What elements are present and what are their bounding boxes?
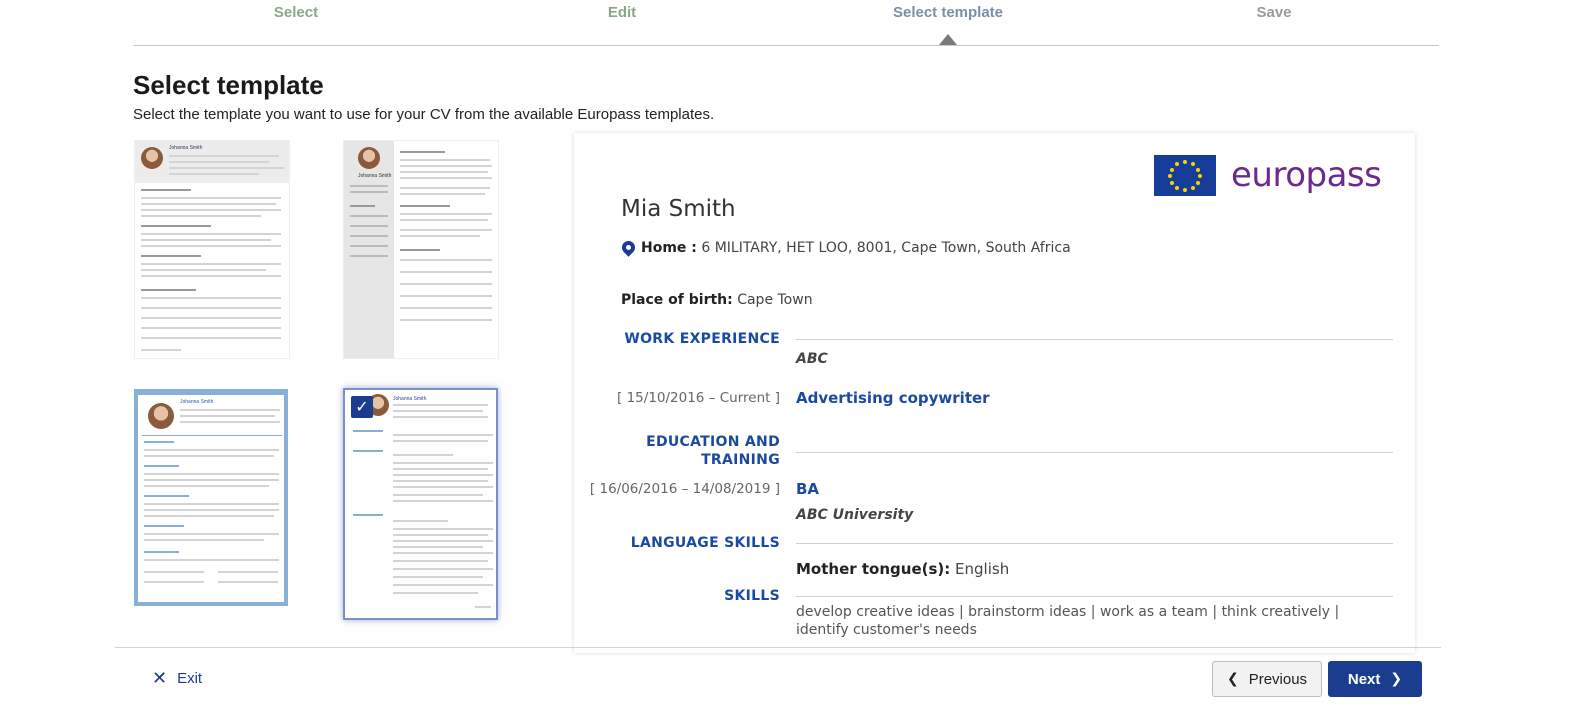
birth-label: Place of birth: (621, 292, 733, 308)
work-date: [ 15/10/2016 – Current ] (617, 390, 780, 406)
work-experience-heading: WORK EXPERIENCE (624, 331, 780, 347)
education-heading: EDUCATION AND TRAINING (610, 433, 780, 469)
europass-logo: europass (1231, 155, 1382, 195)
check-icon: ✓ (351, 396, 373, 418)
mother-tongue-label: Mother tongue(s): (796, 560, 951, 578)
template-thumbnail-3[interactable]: Johanna Smith (134, 389, 288, 606)
exit-label: Exit (177, 670, 203, 687)
home-label: Home : (641, 240, 697, 256)
next-label: Next (1347, 670, 1381, 688)
language-skills-heading: LANGUAGE SKILLS (630, 535, 780, 551)
mother-tongue-value: English (955, 560, 1010, 578)
thumbnail-name: Johanna Smith (393, 396, 427, 402)
step-select: Select (273, 4, 319, 21)
education-organisation: ABC University (796, 507, 914, 523)
progress-stepper: Select Edit Select template Save (133, 0, 1439, 46)
section-divider (796, 543, 1393, 544)
chevron-right-icon: ❯ (1390, 671, 1403, 687)
birth-value: Cape Town (737, 292, 813, 308)
footer-divider (115, 647, 1441, 648)
mother-tongue: Mother tongue(s): English (796, 560, 1009, 578)
avatar (358, 147, 380, 169)
active-step-caret-icon (939, 34, 957, 45)
cv-preview: europass Mia Smith Home : 6 MILITARY, HE… (574, 133, 1415, 653)
chevron-left-icon: ❮ (1226, 671, 1239, 687)
template-thumbnail-4-selected[interactable]: ✓ Johanna Smith (343, 388, 498, 620)
home-value: 6 MILITARY, HET LOO, 8001, Cape Town, So… (701, 240, 1071, 256)
avatar (148, 403, 174, 429)
skills-heading: SKILLS (724, 588, 780, 604)
previous-label: Previous (1248, 670, 1308, 688)
step-save: Save (1256, 4, 1292, 21)
thumbnail-name: Johanna Smith (180, 399, 214, 405)
avatar (141, 147, 163, 169)
page-title: Select template (133, 70, 324, 100)
section-divider (796, 596, 1393, 597)
education-heading-line1: EDUCATION AND (646, 434, 780, 450)
step-edit: Edit (607, 4, 637, 21)
page-subtitle: Select the template you want to use for … (133, 106, 715, 123)
template-thumbnail-1[interactable]: Johanna Smith (135, 141, 289, 358)
home-address: Home : 6 MILITARY, HET LOO, 8001, Cape T… (641, 240, 1071, 256)
thumbnail-name: Johanna Smith (169, 145, 203, 151)
section-divider (796, 452, 1393, 453)
work-organisation: ABC (796, 351, 828, 367)
section-divider (796, 339, 1393, 340)
exit-button[interactable]: ✕ Exit (152, 668, 202, 689)
thumbnail-name: Johanna Smith (358, 173, 392, 179)
cv-name: Mia Smith (621, 196, 736, 222)
location-pin-icon (619, 238, 638, 257)
previous-button[interactable]: ❮ Previous (1212, 661, 1322, 697)
close-icon: ✕ (152, 668, 168, 689)
template-thumbnail-2[interactable]: Johanna Smith (344, 141, 498, 358)
step-select-template: Select template (892, 4, 1004, 21)
place-of-birth: Place of birth: Cape Town (621, 292, 813, 308)
skills-list: develop creative ideas | brainstorm idea… (796, 604, 1340, 638)
education-title: BA (796, 480, 820, 498)
work-title: Advertising copywriter (796, 389, 990, 407)
eu-flag-icon (1154, 155, 1216, 196)
education-date: [ 16/06/2016 – 14/08/2019 ] (589, 481, 780, 497)
education-heading-line2: TRAINING (701, 452, 780, 468)
next-button[interactable]: Next ❯ (1328, 661, 1422, 697)
